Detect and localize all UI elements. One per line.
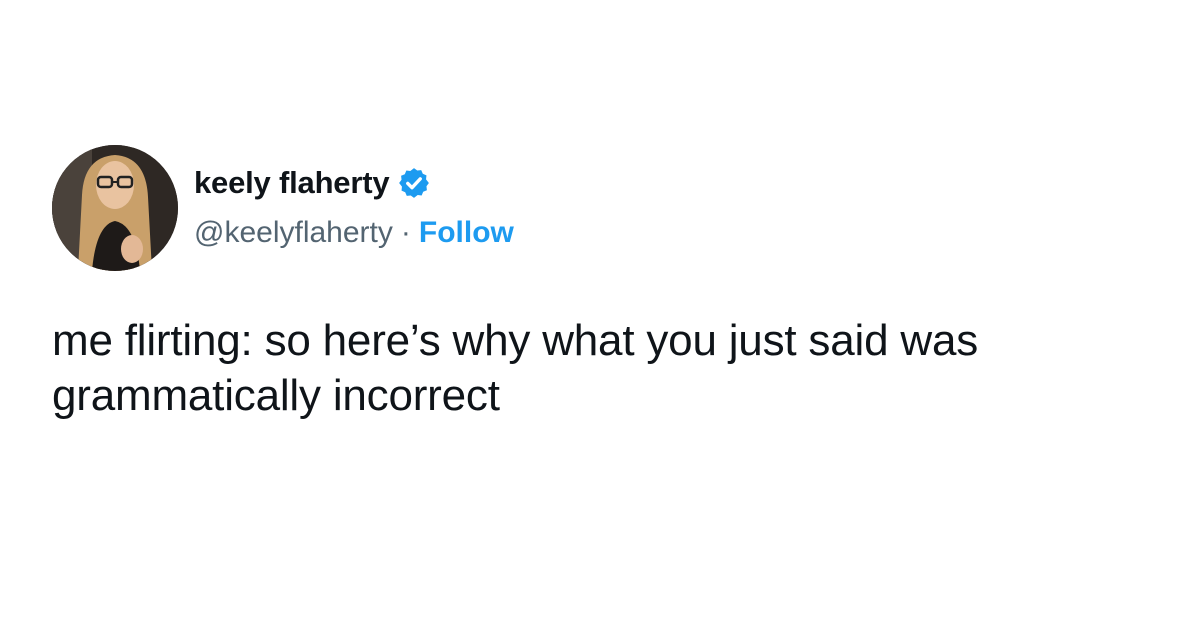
display-name[interactable]: keely flaherty [194, 165, 390, 201]
user-identity: keely flaherty @keelyflaherty · Follow [194, 160, 514, 256]
handle-row: @keelyflaherty · Follow [194, 210, 514, 256]
avatar-image [52, 145, 178, 271]
verified-badge-icon [397, 166, 431, 200]
tweet-text: me flirting: so here’s why what you just… [52, 316, 979, 420]
avatar[interactable] [52, 145, 178, 271]
tweet-header: keely flaherty @keelyflaherty · Follow [52, 145, 1152, 271]
name-row: keely flaherty [194, 160, 514, 206]
follow-button[interactable]: Follow [419, 216, 514, 250]
tweet-card: keely flaherty @keelyflaherty · Follow m… [52, 145, 1152, 423]
separator-dot: · [400, 216, 411, 249]
user-handle[interactable]: @keelyflaherty [194, 216, 393, 250]
